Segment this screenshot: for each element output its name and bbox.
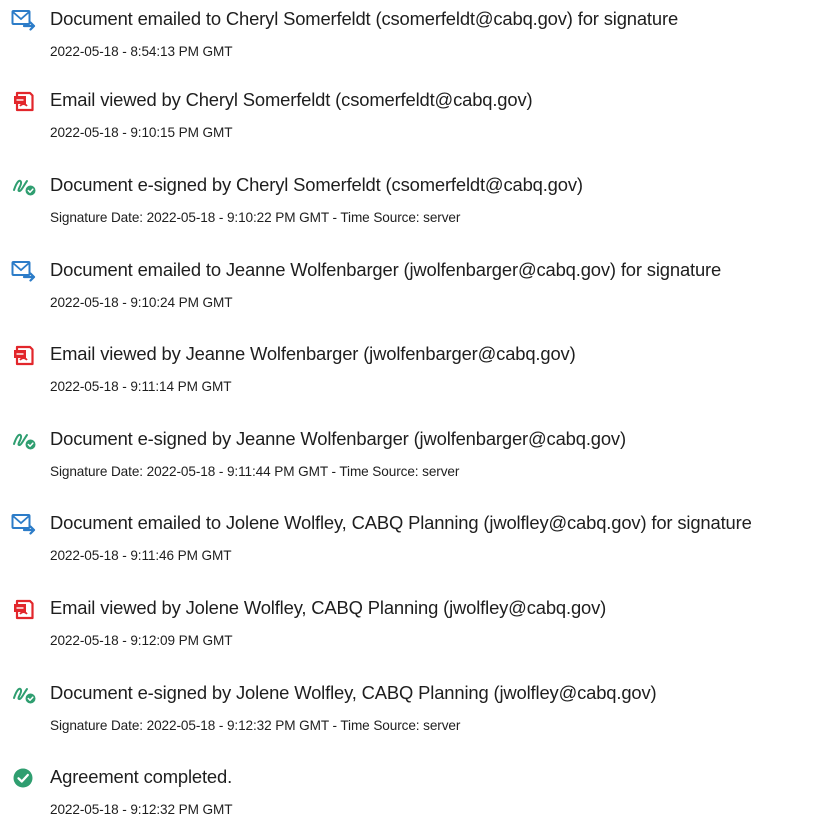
log-entry-emailed: Document emailed to Jolene Wolfley, CABQ… [0, 510, 825, 580]
document-viewed-icon [11, 344, 37, 366]
log-entry-viewed: Email viewed by Cheryl Somerfeldt (csome… [0, 87, 825, 157]
email-sent-icon [11, 9, 37, 31]
agreement-completed-icon [11, 767, 37, 789]
log-entry-timestamp: 2022-05-18 - 8:54:13 PM GMT [50, 44, 233, 59]
log-entry-emailed: Document emailed to Jeanne Wolfenbarger … [0, 257, 825, 327]
log-entry-timestamp: 2022-05-18 - 9:11:46 PM GMT [50, 548, 232, 563]
log-entry-timestamp: 2022-05-18 - 9:10:15 PM GMT [50, 125, 233, 140]
log-entry-signature-info: Signature Date: 2022-05-18 - 9:10:22 PM … [50, 210, 461, 225]
document-viewed-icon [11, 598, 37, 620]
document-viewed-icon [11, 90, 37, 112]
log-entry-completed: Agreement completed. 2022-05-18 - 9:12:3… [0, 764, 825, 834]
log-entry-signature-info: Signature Date: 2022-05-18 - 9:12:32 PM … [50, 718, 461, 733]
log-entry-timestamp: 2022-05-18 - 9:10:24 PM GMT [50, 295, 233, 310]
log-entry-title: Email viewed by Jeanne Wolfenbarger (jwo… [50, 343, 576, 364]
e-signed-icon [11, 175, 37, 197]
log-entry-signature-info: Signature Date: 2022-05-18 - 9:11:44 PM … [50, 464, 460, 479]
email-sent-icon [11, 513, 37, 535]
audit-log: Document emailed to Cheryl Somerfeldt (c… [0, 0, 825, 822]
email-sent-icon [11, 260, 37, 282]
log-entry-title: Document emailed to Jeanne Wolfenbarger … [50, 259, 722, 280]
log-entry-title: Document e-signed by Cheryl Somerfeldt (… [50, 174, 583, 195]
log-entry-timestamp: 2022-05-18 - 9:12:32 PM GMT [50, 802, 233, 817]
log-entry-title: Document e-signed by Jolene Wolfley, CAB… [50, 682, 657, 703]
log-entry-timestamp: 2022-05-18 - 9:11:14 PM GMT [50, 379, 232, 394]
log-entry-timestamp: 2022-05-18 - 9:12:09 PM GMT [50, 633, 233, 648]
log-entry-title: Email viewed by Cheryl Somerfeldt (csome… [50, 89, 533, 110]
log-entry-title: Agreement completed. [50, 766, 233, 787]
e-signed-icon [11, 683, 37, 705]
log-entry-title: Email viewed by Jolene Wolfley, CABQ Pla… [50, 597, 607, 618]
log-entry-signed: Document e-signed by Jeanne Wolfenbarger… [0, 426, 825, 496]
log-entry-title: Document emailed to Cheryl Somerfeldt (c… [50, 8, 679, 29]
log-entry-title: Document emailed to Jolene Wolfley, CABQ… [50, 512, 752, 533]
log-entry-title: Document e-signed by Jeanne Wolfenbarger… [50, 428, 626, 449]
e-signed-icon [11, 429, 37, 451]
log-entry-emailed: Document emailed to Cheryl Somerfeldt (c… [0, 6, 825, 76]
log-entry-signed: Document e-signed by Jolene Wolfley, CAB… [0, 680, 825, 750]
log-entry-viewed: Email viewed by Jolene Wolfley, CABQ Pla… [0, 595, 825, 665]
log-entry-signed: Document e-signed by Cheryl Somerfeldt (… [0, 172, 825, 242]
log-entry-viewed: Email viewed by Jeanne Wolfenbarger (jwo… [0, 341, 825, 411]
